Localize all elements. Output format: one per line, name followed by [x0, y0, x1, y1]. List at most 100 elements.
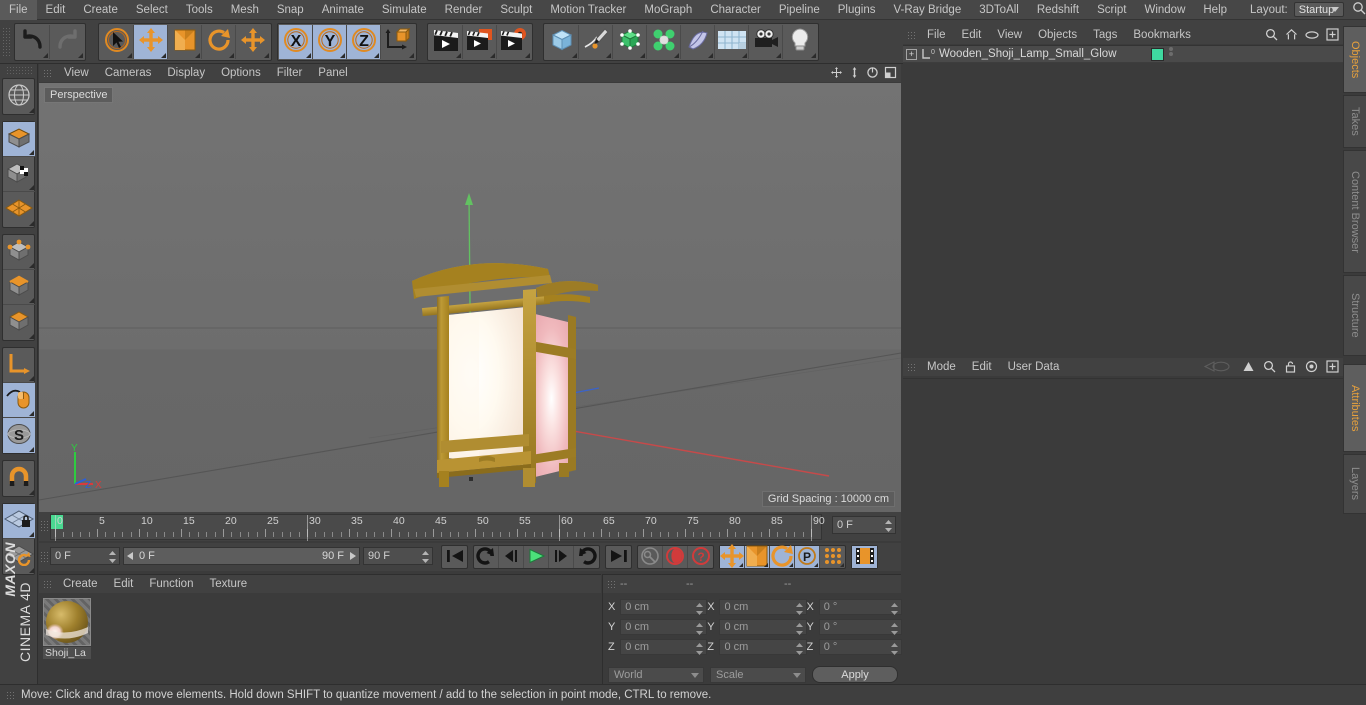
size-x-field[interactable]: 0 cm	[719, 599, 807, 615]
search-icon[interactable]	[1265, 28, 1278, 44]
pin-up-icon[interactable]	[1242, 360, 1255, 376]
layout-dropdown[interactable]: Startup	[1293, 2, 1344, 17]
attribute-menu-edit[interactable]: Edit	[964, 358, 1000, 376]
menu-item-edit[interactable]: Edit	[37, 0, 75, 20]
go-to-next-frame-button[interactable]	[549, 546, 574, 568]
go-to-previous-frame-button[interactable]	[499, 546, 524, 568]
menu-item-tools[interactable]: Tools	[177, 0, 222, 20]
history-icon[interactable]	[1203, 360, 1234, 376]
size-y-field[interactable]: 0 cm	[719, 619, 807, 635]
scale-tool[interactable]	[168, 24, 202, 59]
transform-mode-dropdown[interactable]: Scale	[710, 666, 806, 683]
point-level-animation-toggle[interactable]	[820, 546, 845, 568]
parameter-key-toggle[interactable]: P	[795, 546, 820, 568]
menu-item-redshift[interactable]: Redshift	[1028, 0, 1088, 20]
add-deformer-button[interactable]	[681, 24, 715, 59]
visibility-dots[interactable]	[1169, 47, 1173, 61]
3d-viewport[interactable]: Perspective Grid Spacing : 10000 cm Y Z …	[39, 83, 901, 512]
viewport-solo-button[interactable]	[3, 383, 35, 418]
free-move-tool[interactable]	[236, 24, 270, 59]
menu-item-create[interactable]: Create	[74, 0, 127, 20]
size-z-field[interactable]: 0 cm	[719, 639, 807, 655]
menu-item-window[interactable]: Window	[1135, 0, 1194, 20]
add-spline-button[interactable]	[579, 24, 613, 59]
spinner-icon[interactable]	[891, 643, 899, 655]
object-menu-view[interactable]: View	[989, 26, 1030, 44]
menu-item-motion-tracker[interactable]: Motion Tracker	[541, 0, 635, 20]
side-tab-content-browser[interactable]: Content Browser	[1343, 150, 1366, 273]
menu-item-character[interactable]: Character	[701, 0, 770, 20]
move-tool[interactable]	[134, 24, 168, 59]
timeline-ruler[interactable]: 0 5 10 15 20 25 30 35 40 45 50 55 60 65 70 75 80 85 90	[50, 514, 825, 541]
polygons-mode-button[interactable]	[3, 305, 35, 340]
attribute-content[interactable]	[903, 378, 1343, 684]
menu-item-v-ray-bridge[interactable]: V-Ray Bridge	[884, 0, 970, 20]
side-tab-objects[interactable]: Objects	[1343, 26, 1366, 93]
coordinates-grip[interactable]	[607, 579, 616, 589]
menu-item-script[interactable]: Script	[1088, 0, 1135, 20]
spinner-icon[interactable]	[795, 623, 803, 635]
play-button[interactable]	[524, 546, 549, 568]
position-x-field[interactable]: 0 cm	[620, 599, 708, 615]
render-to-picture-viewer-button[interactable]	[463, 24, 497, 59]
add-camera-button[interactable]	[749, 24, 783, 59]
toolbar-grip[interactable]	[2, 26, 11, 57]
z-axis-lock[interactable]: Z	[347, 24, 381, 59]
material-menu-create[interactable]: Create	[55, 575, 106, 593]
add-cube-button[interactable]	[545, 24, 579, 59]
rotation-y-field[interactable]: 0 °	[818, 619, 903, 635]
points-mode-button[interactable]	[3, 235, 35, 270]
pan-icon[interactable]	[829, 65, 843, 79]
menu-item-select[interactable]: Select	[127, 0, 177, 20]
spinner-icon[interactable]	[696, 623, 704, 635]
menu-item-animate[interactable]: Animate	[313, 0, 373, 20]
record-active-objects-button[interactable]	[638, 546, 663, 568]
menu-item-mesh[interactable]: Mesh	[222, 0, 268, 20]
menu-item-simulate[interactable]: Simulate	[373, 0, 436, 20]
spinner-icon[interactable]	[885, 520, 892, 532]
go-to-end-button[interactable]	[606, 546, 631, 568]
go-to-start-button[interactable]	[442, 546, 467, 568]
time-range-slider[interactable]: 0 F 90 F	[123, 547, 360, 565]
material-list[interactable]: Shoji_La	[39, 594, 601, 685]
menu-item-snap[interactable]: Snap	[268, 0, 313, 20]
object-menu-objects[interactable]: Objects	[1030, 26, 1085, 44]
enable-axis-modification-button[interactable]	[3, 348, 35, 383]
eye-icon[interactable]	[1305, 30, 1319, 43]
object-menu-bookmarks[interactable]: Bookmarks	[1125, 26, 1199, 44]
spinner-icon[interactable]	[696, 643, 704, 655]
timeline-filmstrip-button[interactable]	[852, 546, 877, 568]
add-icon[interactable]	[1326, 360, 1339, 376]
x-axis-lock[interactable]: X	[279, 24, 313, 59]
left-toolbar-grip[interactable]	[5, 66, 32, 75]
edges-mode-button[interactable]	[3, 270, 35, 305]
position-z-field[interactable]: 0 cm	[620, 639, 708, 655]
render-view-button[interactable]	[429, 24, 463, 59]
lock-workplane-button[interactable]	[3, 504, 35, 539]
side-tab-layers[interactable]: Layers	[1343, 454, 1366, 514]
viewport-menu-filter[interactable]: Filter	[269, 64, 311, 82]
apply-button[interactable]: Apply	[812, 666, 898, 683]
side-tab-attributes[interactable]: Attributes	[1343, 364, 1366, 452]
object-menu-file[interactable]: File	[919, 26, 954, 44]
menu-item-help[interactable]: Help	[1194, 0, 1236, 20]
material-menu-function[interactable]: Function	[141, 575, 201, 593]
material-menu-edit[interactable]: Edit	[106, 575, 142, 593]
spinner-icon[interactable]	[422, 551, 429, 563]
viewport-menu-options[interactable]: Options	[213, 64, 269, 82]
object-menu-tags[interactable]: Tags	[1085, 26, 1125, 44]
position-y-field[interactable]: 0 cm	[620, 619, 708, 635]
rotation-z-field[interactable]: 0 °	[818, 639, 903, 655]
material-preview-sphere[interactable]	[43, 598, 91, 646]
spinner-icon[interactable]	[696, 603, 704, 615]
coordinate-system-dropdown[interactable]: World	[608, 666, 704, 683]
menu-item-mograph[interactable]: MoGraph	[635, 0, 701, 20]
object-menu-edit[interactable]: Edit	[954, 26, 990, 44]
spinner-icon[interactable]	[109, 551, 116, 563]
menu-item-sculpt[interactable]: Sculpt	[491, 0, 541, 20]
rotation-key-toggle[interactable]	[770, 544, 795, 568]
current-frame-field[interactable]: 0 F	[832, 516, 896, 534]
spinner-icon[interactable]	[891, 603, 899, 615]
search-icon[interactable]	[1352, 1, 1366, 18]
timeline-grip[interactable]	[40, 520, 49, 531]
